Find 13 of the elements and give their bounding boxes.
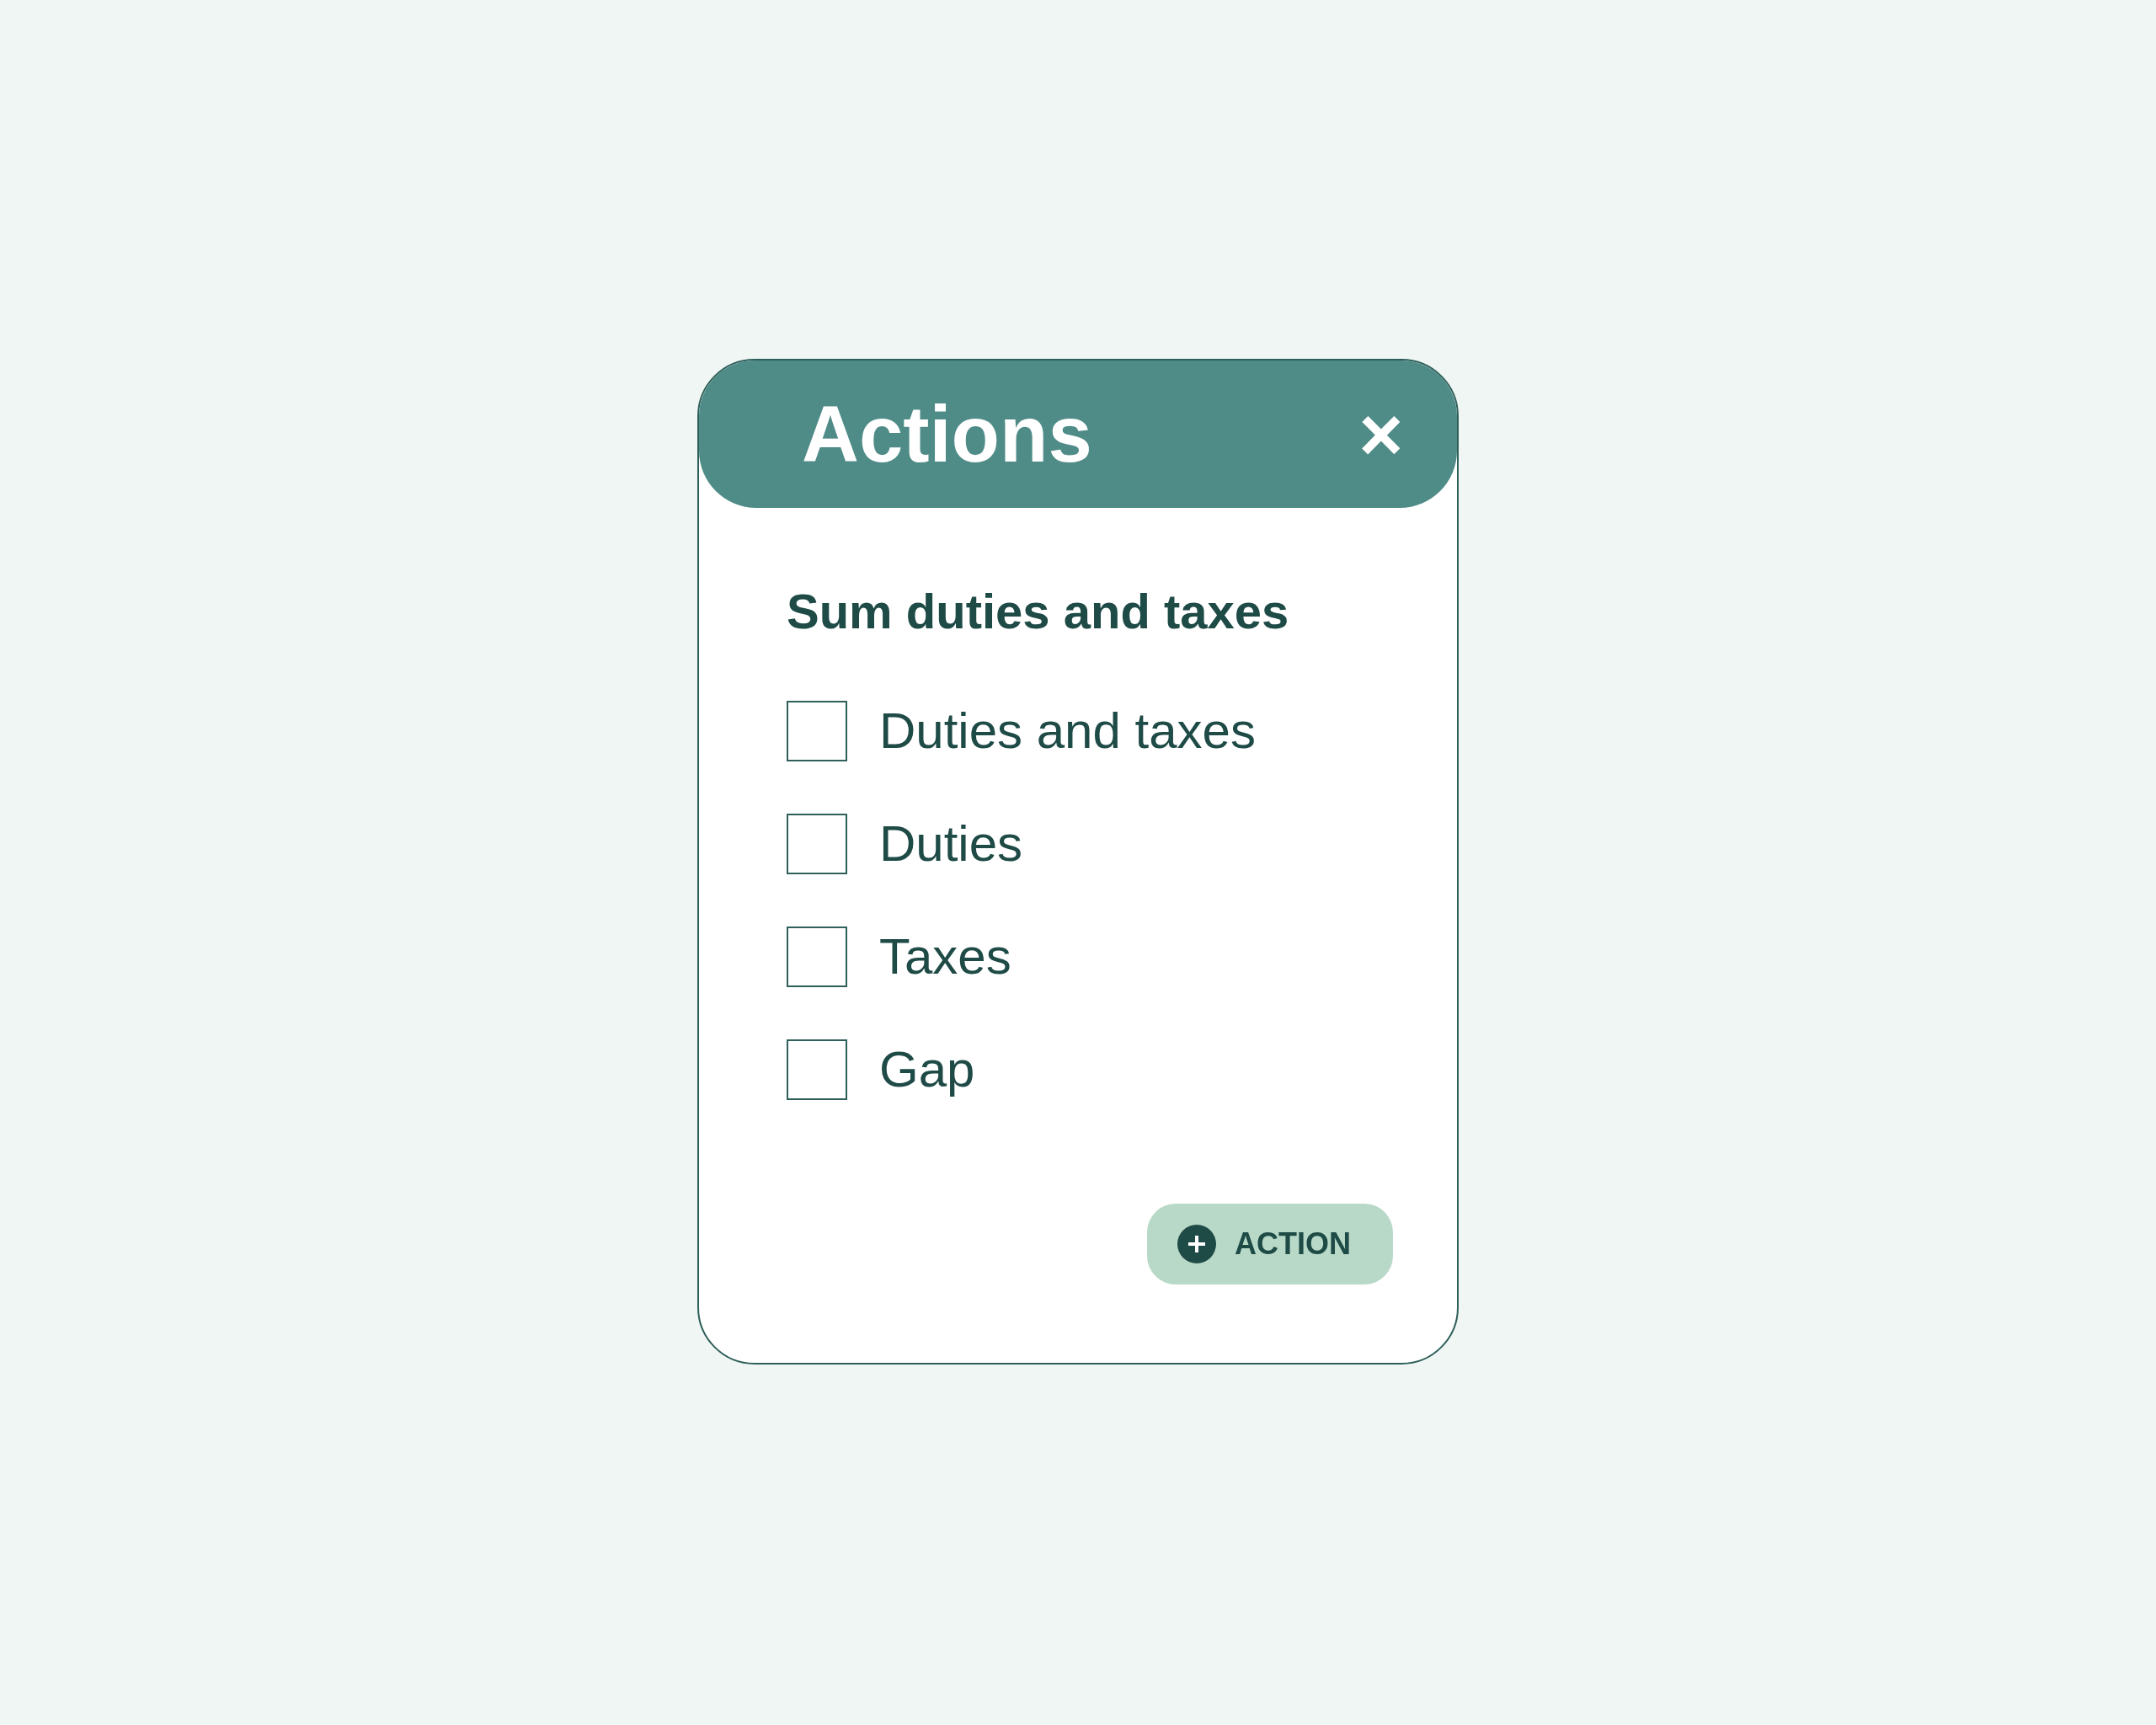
checkbox[interactable] [787,926,847,987]
option-label: Taxes [879,931,1011,982]
option-label: Duties [879,818,1023,869]
option-label: Gap [879,1044,975,1095]
plus-icon [1177,1224,1216,1263]
checkbox[interactable] [787,700,847,761]
close-button[interactable]: × [1355,396,1406,473]
checkbox[interactable] [787,1039,847,1100]
checkbox[interactable] [787,813,847,874]
option-label: Duties and taxes [879,705,1256,756]
dialog-title: Actions [802,394,1092,474]
action-button[interactable]: ACTION [1147,1203,1393,1284]
section-heading: Sum duties and taxes [787,583,1290,640]
